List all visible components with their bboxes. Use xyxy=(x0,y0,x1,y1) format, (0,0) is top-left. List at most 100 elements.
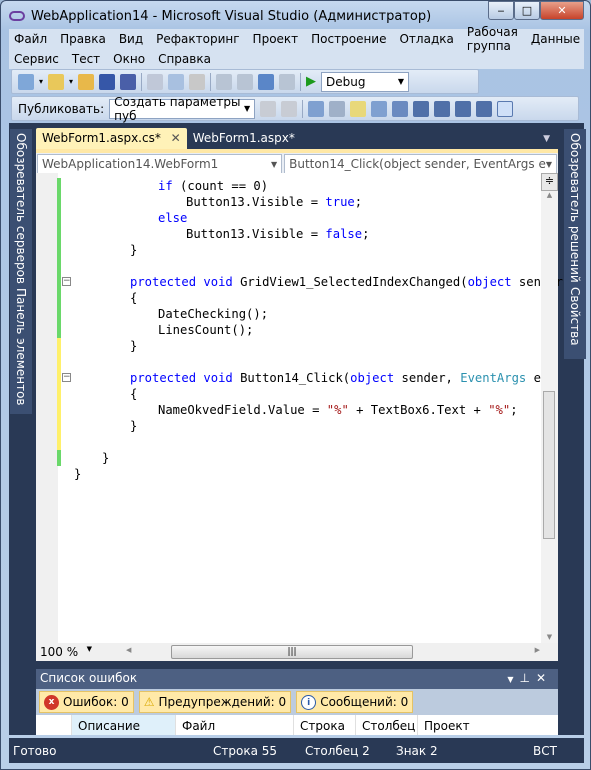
vertical-scrollbar[interactable]: ≑ ▲ ▼ xyxy=(541,173,558,643)
start-debugging-icon[interactable]: ▶ xyxy=(306,74,316,89)
code-line: } xyxy=(130,418,137,434)
column-header-line[interactable]: Строка xyxy=(294,715,356,735)
code-line: { xyxy=(130,386,137,402)
code-token: } xyxy=(130,243,138,257)
status-column: Столбец 2 xyxy=(305,744,370,758)
close-tab-icon[interactable]: ✕ xyxy=(171,131,181,145)
navigate-backward-icon[interactable] xyxy=(258,73,275,90)
window-position-icon[interactable]: ▼ xyxy=(507,675,519,684)
code-token: protected xyxy=(130,275,197,289)
undo-icon[interactable] xyxy=(216,73,233,90)
close-button[interactable]: ✕ xyxy=(540,1,584,20)
menu-item[interactable]: Файл xyxy=(14,32,54,46)
menu-item[interactable]: Отладка xyxy=(399,32,460,46)
tab-webform1-aspx[interactable]: WebForm1.aspx* xyxy=(187,128,301,150)
publish-profile-value: Создать параметры пуб xyxy=(114,94,241,123)
publish-icon[interactable] xyxy=(260,100,277,117)
configuration-select[interactable]: Debug ▼ xyxy=(321,71,410,92)
horizontal-scrollbar[interactable]: ◀ ||| ▶ xyxy=(96,643,558,661)
open-folder-icon[interactable] xyxy=(78,73,95,90)
maximize-button[interactable]: □ xyxy=(514,1,540,20)
menu-item[interactable]: Тест xyxy=(72,52,107,66)
indicator-margin xyxy=(36,173,58,643)
wrap-icon[interactable] xyxy=(476,100,493,117)
horizontal-scroll-thumb[interactable]: ||| xyxy=(171,645,413,659)
publish-profile-select[interactable]: Создать параметры пуб ▼ xyxy=(109,95,256,123)
redo-icon[interactable] xyxy=(237,73,254,90)
comment-icon[interactable] xyxy=(392,100,409,117)
status-insert-mode: ВСТ xyxy=(533,744,557,758)
menu-item[interactable]: Построение xyxy=(311,32,393,46)
frame-icon[interactable] xyxy=(497,100,514,117)
zoom-select[interactable]: 100 % ▼ xyxy=(36,645,96,659)
code-token: object xyxy=(350,371,395,385)
toolbox-tab[interactable]: Панель элементов xyxy=(14,288,28,406)
change-indicator xyxy=(57,322,61,338)
server-explorer-tab[interactable]: Обозреватель серверов xyxy=(14,133,28,284)
column-header-file[interactable]: Файл xyxy=(176,715,294,735)
column-header-column[interactable]: Столбец xyxy=(356,715,418,735)
member-select[interactable]: Button14_Click(object sender, EventArgs … xyxy=(284,154,557,174)
code-line: if (count == 0) xyxy=(158,178,268,194)
error-list-columns: Описание Файл Строка Столбец Проект xyxy=(36,715,558,735)
add-item-icon[interactable] xyxy=(48,73,65,90)
code-token: ; xyxy=(354,195,363,209)
navigate-forward-icon[interactable] xyxy=(279,73,296,90)
errors-count: Ошибок: 0 xyxy=(63,695,129,709)
code-line: else xyxy=(158,210,187,226)
indent-icon[interactable] xyxy=(434,100,451,117)
tab-list-dropdown-icon[interactable]: ▼ xyxy=(535,128,558,150)
change-indicator xyxy=(57,402,61,418)
split-handle[interactable]: ≑ xyxy=(541,173,558,191)
save-icon[interactable] xyxy=(99,73,116,90)
align-icon[interactable] xyxy=(455,100,472,117)
close-panel-icon[interactable]: ✕ xyxy=(536,671,552,685)
outdent-icon[interactable] xyxy=(413,100,430,117)
menu-item[interactable]: Данные xyxy=(531,32,587,46)
menu-item[interactable]: Справка xyxy=(158,52,218,66)
column-header-description[interactable]: Описание xyxy=(72,715,176,735)
pointer-icon[interactable] xyxy=(350,100,367,117)
properties-icon[interactable] xyxy=(308,100,325,117)
messages-filter-button[interactable]: i Сообщений: 0 xyxy=(296,691,414,713)
minimize-button[interactable]: ‒ xyxy=(488,1,514,20)
edit-profile-icon[interactable] xyxy=(281,100,298,117)
properties-tab[interactable]: Свойства xyxy=(568,287,582,346)
code-line: } xyxy=(102,450,109,466)
change-indicator xyxy=(57,194,61,210)
code-token: } xyxy=(102,451,110,465)
pin-icon[interactable]: ⊥ xyxy=(519,671,535,685)
menu-item[interactable]: Окно xyxy=(113,52,152,66)
menu-item[interactable]: Правка xyxy=(60,32,113,46)
code-token: "%" xyxy=(488,403,511,417)
collapse-icon[interactable]: − xyxy=(62,277,71,286)
vertical-scroll-thumb[interactable] xyxy=(543,391,555,539)
column-header-project[interactable]: Проект xyxy=(418,715,558,735)
visual-studio-logo-icon xyxy=(9,11,25,21)
menu-item[interactable]: Рефакторинг xyxy=(156,32,246,46)
code-line: protected void Button14_Click(object sen… xyxy=(130,370,548,386)
code-token: false xyxy=(325,227,363,241)
code-editor[interactable]: if (count == 0) Button13.Visible = true; e… xyxy=(36,173,563,643)
new-project-icon[interactable] xyxy=(18,73,34,90)
text-format-icon[interactable] xyxy=(371,100,388,117)
class-select[interactable]: WebApplication14.WebForm1 ▼ xyxy=(37,154,283,174)
menu-item[interactable]: Рабочая группа xyxy=(467,25,525,53)
copy-icon[interactable] xyxy=(168,73,185,90)
paste-icon[interactable] xyxy=(189,73,206,90)
status-char: Знак 2 xyxy=(396,744,438,758)
collapse-icon[interactable]: − xyxy=(62,373,71,382)
main-window: WebApplication14 - Microsoft Visual Stud… xyxy=(0,0,591,770)
warnings-filter-button[interactable]: ⚠ Предупреждений: 0 xyxy=(138,691,292,713)
select-icon[interactable] xyxy=(329,100,346,117)
menu-item[interactable]: Вид xyxy=(119,32,150,46)
change-indicator xyxy=(57,274,61,290)
menu-item[interactable]: Проект xyxy=(253,32,306,46)
menu-item[interactable]: Сервис xyxy=(14,52,66,66)
errors-filter-button[interactable]: x Ошибок: 0 xyxy=(39,691,134,713)
tab-webform1-aspx-cs[interactable]: WebForm1.aspx.cs* ✕ xyxy=(36,128,187,150)
solution-explorer-tab[interactable]: Обозреватель решений xyxy=(568,133,582,283)
column-header[interactable] xyxy=(36,715,72,735)
cut-icon[interactable] xyxy=(147,73,164,90)
save-all-icon[interactable] xyxy=(120,73,137,90)
